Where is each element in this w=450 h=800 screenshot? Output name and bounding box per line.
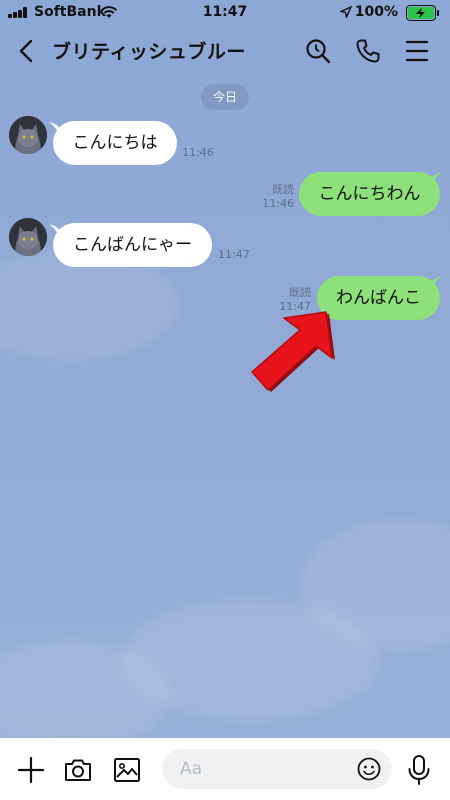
bubble-tail [428, 172, 442, 184]
red-arrow-annotation [251, 311, 335, 392]
avatar[interactable] [9, 116, 47, 154]
plus-icon[interactable] [16, 755, 46, 785]
cat-avatar-icon [9, 116, 47, 154]
location-arrow-icon [340, 6, 352, 18]
bubble-tail [428, 276, 442, 288]
chat-title: ブリティッシュブルー [52, 41, 246, 63]
message-bubble-outgoing[interactable]: こんにちわん [299, 172, 440, 216]
camera-icon[interactable] [63, 755, 93, 785]
battery-charging-icon [406, 5, 439, 21]
message-time: 11:46 [182, 146, 214, 159]
message-bubble-incoming[interactable]: こんにちは [53, 121, 177, 165]
cat-avatar-icon [9, 218, 47, 256]
status-bar: SoftBank 11:47 100% [0, 0, 450, 26]
battery-percentage: 100% [354, 4, 398, 20]
chat-screen: SoftBank 11:47 100% ブリティッシュブルー 今日 こんにちは … [0, 0, 450, 800]
message-input[interactable] [180, 749, 350, 789]
back-icon[interactable] [14, 36, 40, 66]
message-bubble-incoming[interactable]: こんばんにゃー [53, 223, 212, 267]
read-receipt: 既読 [272, 183, 294, 196]
chat-header: ブリティッシュブルー [0, 26, 450, 76]
menu-icon[interactable] [404, 38, 430, 64]
read-receipt: 既読 [289, 286, 311, 299]
message-input-bar [0, 738, 450, 800]
avatar[interactable] [9, 218, 47, 256]
microphone-icon[interactable] [404, 754, 434, 786]
image-icon[interactable] [112, 755, 142, 785]
message-input-container [162, 749, 392, 789]
search-icon[interactable] [304, 37, 332, 65]
message-time: 11:47 [218, 248, 250, 261]
emoji-icon[interactable] [356, 756, 382, 782]
message-time: 11:46 [262, 197, 294, 210]
date-divider: 今日 [201, 84, 249, 110]
phone-icon[interactable] [354, 37, 382, 65]
